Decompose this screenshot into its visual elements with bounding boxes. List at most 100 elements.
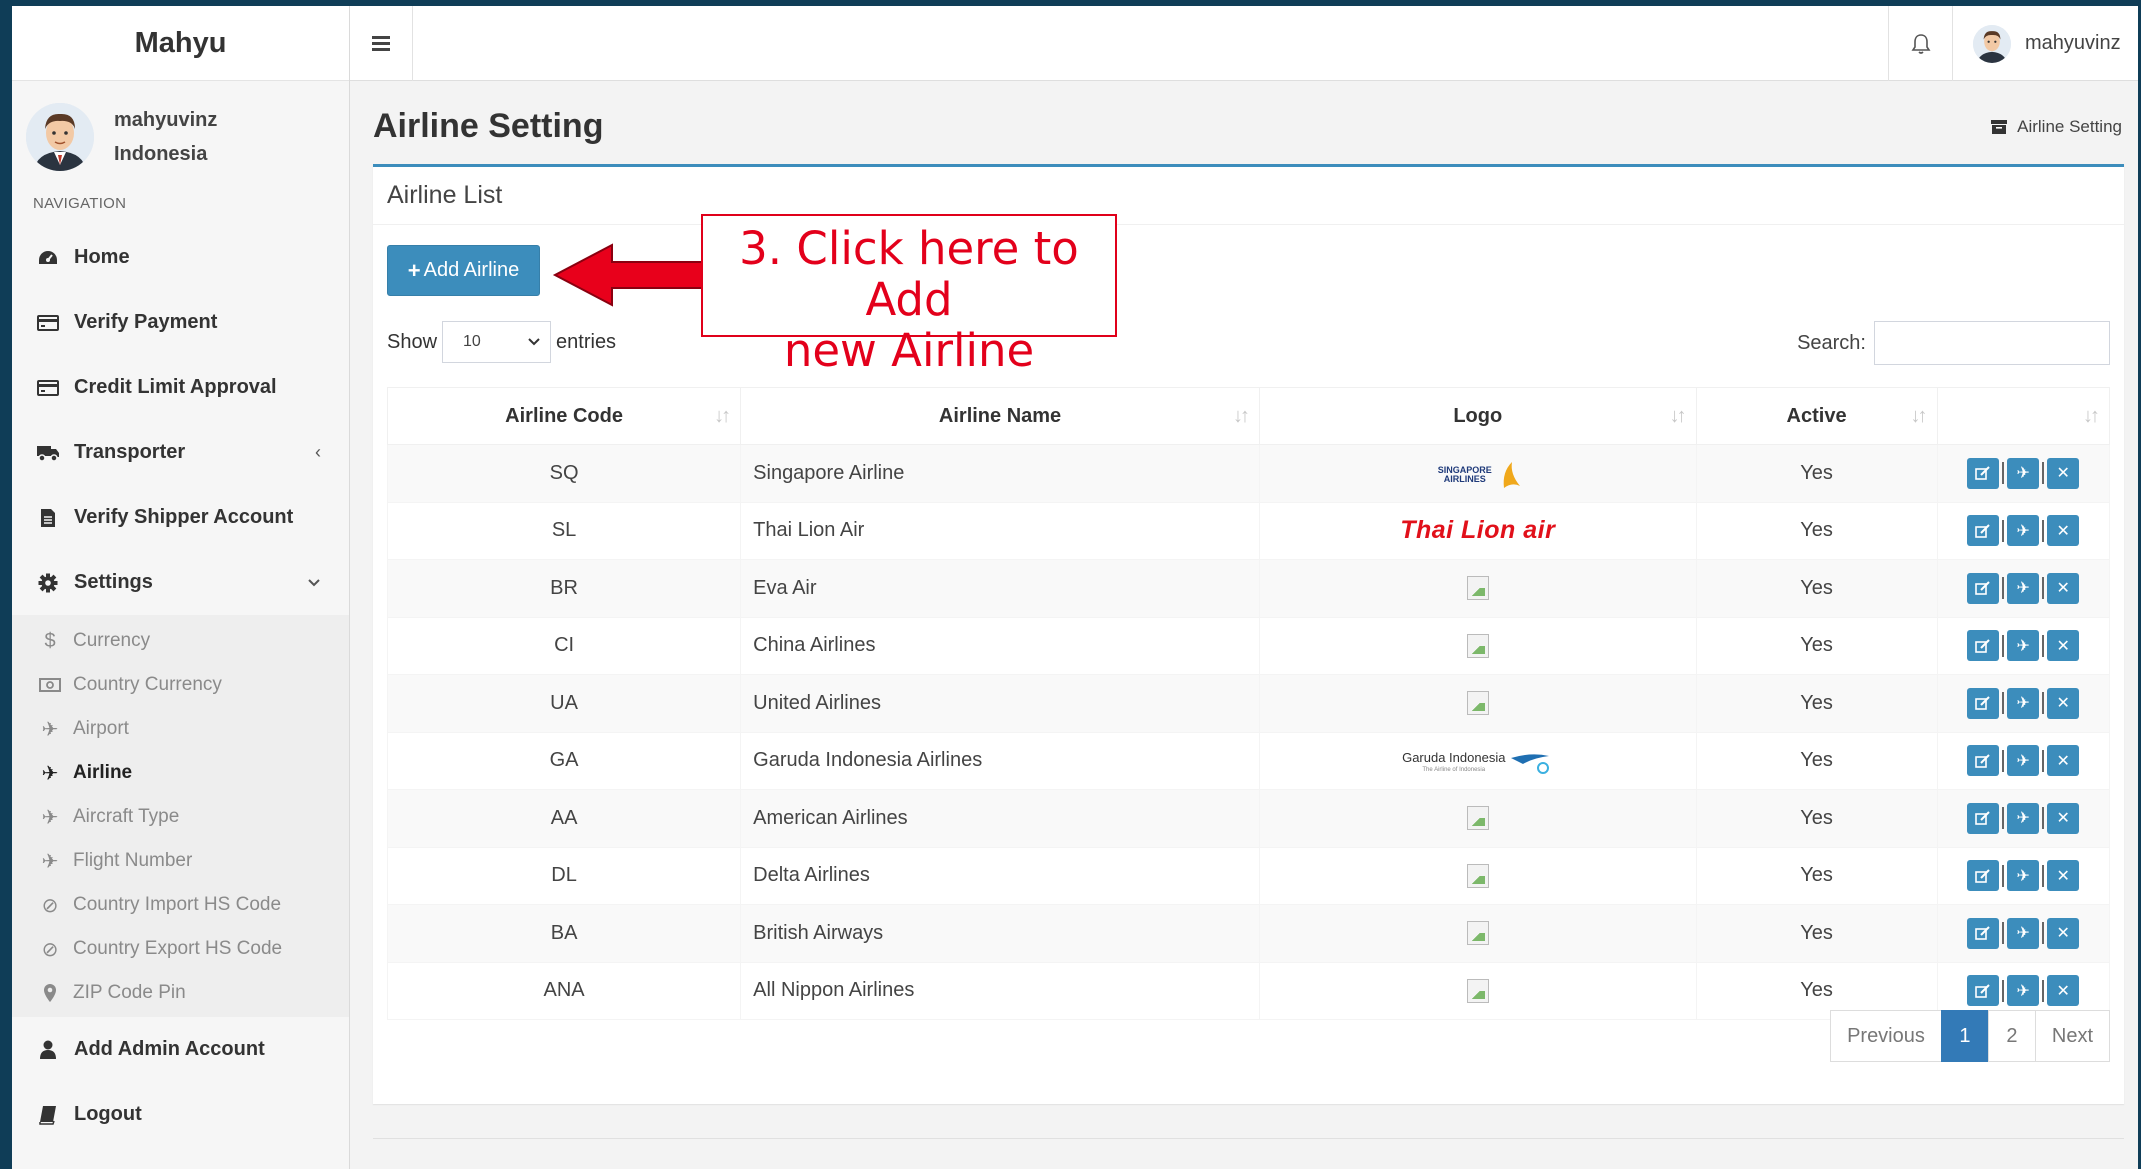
- separator: [2002, 462, 2005, 485]
- plane-icon[interactable]: ✈: [2007, 975, 2040, 1007]
- edit-icon[interactable]: [1967, 802, 2000, 834]
- cell-logo: [1258, 616, 1697, 675]
- cell-logo: [1258, 789, 1697, 848]
- sidebar-item-country-export-hs-code[interactable]: ⊘ Country Export HS Code: [12, 927, 349, 971]
- separator: [2002, 807, 2005, 830]
- plane-icon[interactable]: ✈: [2007, 515, 2040, 547]
- separator: [2042, 864, 2045, 887]
- delete-icon[interactable]: ✕: [2047, 860, 2080, 892]
- sidebar-item-zip-code-pin[interactable]: ZIP Code Pin: [12, 971, 349, 1015]
- cell-airline-name: Singapore Airline: [740, 444, 1260, 503]
- cell-active: Yes: [1695, 904, 1938, 963]
- breadcrumb[interactable]: Airline Setting: [1991, 117, 2122, 137]
- table-row: SL Thai Lion Air Thai Lion air Yes ✈ ✕: [386, 501, 2110, 560]
- column-header-actions[interactable]: ↓↑: [1936, 387, 2110, 445]
- edit-icon[interactable]: [1967, 745, 2000, 777]
- entries-label: entries: [556, 330, 617, 353]
- page-title: Airline Setting: [373, 107, 604, 145]
- add-airline-button[interactable]: + Add Airline: [387, 245, 540, 296]
- sidebar-item-flight-number[interactable]: ✈ Flight Number: [12, 839, 349, 883]
- delete-icon[interactable]: ✕: [2047, 572, 2080, 604]
- submenu-label: Currency: [73, 630, 151, 651]
- edit-icon[interactable]: [1967, 572, 2000, 604]
- sidebar-item-transporter[interactable]: Transporter ‹: [12, 420, 349, 485]
- plane-icon[interactable]: ✈: [2007, 745, 2040, 777]
- edit-icon[interactable]: [1967, 457, 2000, 489]
- delete-icon[interactable]: ✕: [2047, 687, 2080, 719]
- cell-airline-name: Thai Lion Air: [740, 501, 1260, 560]
- next-button[interactable]: Next: [2034, 1010, 2110, 1062]
- edit-icon[interactable]: [1967, 687, 2000, 719]
- edit-icon[interactable]: [1967, 917, 2000, 949]
- separator: [2042, 749, 2045, 772]
- avatar: [1973, 24, 2011, 63]
- cell-actions: ✈ ✕: [1936, 674, 2110, 733]
- sidebar-item-verify-shipper-account[interactable]: Verify Shipper Account: [12, 485, 349, 550]
- delete-icon[interactable]: ✕: [2047, 917, 2080, 949]
- user-panel: mahyuvinz Indonesia: [12, 81, 349, 181]
- column-header-airline-code[interactable]: Airline Code ↓↑: [386, 387, 742, 445]
- delete-icon[interactable]: ✕: [2047, 975, 2080, 1007]
- page-2-button[interactable]: 2: [1987, 1010, 2036, 1062]
- cell-active: Yes: [1695, 674, 1938, 733]
- cell-logo: [1258, 846, 1697, 905]
- delete-icon[interactable]: ✕: [2047, 745, 2080, 777]
- sidebar-item-aircraft-type[interactable]: ✈ Aircraft Type: [12, 795, 349, 839]
- edit-icon[interactable]: [1967, 515, 2000, 547]
- delete-icon[interactable]: ✕: [2047, 457, 2080, 489]
- sidebar-item-logout[interactable]: Logout: [12, 1082, 349, 1147]
- submenu-label: Aircraft Type: [73, 806, 180, 827]
- delete-icon[interactable]: ✕: [2047, 515, 2080, 547]
- table-row: BR Eva Air Yes ✈ ✕: [386, 559, 2110, 618]
- column-header-active[interactable]: Active ↓↑: [1695, 387, 1938, 445]
- submenu-label: Flight Number: [73, 850, 193, 871]
- annotation-arrow: [552, 243, 703, 307]
- entries-select[interactable]: 10: [442, 321, 552, 363]
- sidebar-item-airport[interactable]: ✈ Airport: [12, 707, 349, 751]
- edit-icon[interactable]: [1967, 975, 2000, 1007]
- cell-airline-code: AA: [386, 789, 742, 848]
- sidebar-item-currency[interactable]: $ Currency: [12, 619, 349, 663]
- cell-logo: [1258, 674, 1697, 733]
- sidebar-item-airline[interactable]: ✈ Airline: [12, 751, 349, 795]
- archive-icon: [1991, 120, 2008, 134]
- plane-icon[interactable]: ✈: [2007, 630, 2040, 662]
- delete-icon[interactable]: ✕: [2047, 630, 2080, 662]
- hamburger-icon[interactable]: [350, 6, 413, 81]
- dollar-icon: $: [44, 629, 56, 652]
- plane-icon[interactable]: ✈: [2007, 687, 2040, 719]
- cell-airline-code: GA: [386, 731, 742, 790]
- brand-logo[interactable]: Mahyu: [12, 6, 349, 81]
- sidebar-item-home[interactable]: Home: [12, 225, 349, 290]
- cell-active: Yes: [1695, 559, 1938, 618]
- cell-airline-code: SL: [386, 501, 742, 560]
- sidebar-item-credit-limit-approval[interactable]: Credit Limit Approval: [12, 355, 349, 420]
- bell-icon[interactable]: [1888, 6, 1953, 81]
- plane-icon[interactable]: ✈: [2007, 802, 2040, 834]
- delete-icon[interactable]: ✕: [2047, 802, 2080, 834]
- cell-active: Yes: [1695, 846, 1938, 905]
- page-1-button[interactable]: 1: [1940, 1010, 1989, 1062]
- sidebar-item-add-admin-account[interactable]: Add Admin Account: [12, 1017, 349, 1082]
- sidebar-item-label: Add Admin Account: [74, 1038, 265, 1060]
- column-header-logo[interactable]: Logo ↓↑: [1258, 387, 1697, 445]
- plane-icon[interactable]: ✈: [2007, 917, 2040, 949]
- user-menu[interactable]: mahyuvinz: [1953, 6, 2138, 81]
- file-icon: [36, 506, 60, 530]
- edit-icon[interactable]: [1967, 860, 2000, 892]
- plane-icon[interactable]: ✈: [2007, 457, 2040, 489]
- sidebar-item-country-import-hs-code[interactable]: ⊘ Country Import HS Code: [12, 883, 349, 927]
- submenu-label: Country Import HS Code: [73, 894, 282, 915]
- column-header-airline-name[interactable]: Airline Name ↓↑: [740, 387, 1260, 445]
- sidebar-item-country-currency[interactable]: Country Currency: [12, 663, 349, 707]
- search-input[interactable]: [1874, 321, 2110, 365]
- previous-button[interactable]: Previous: [1830, 1010, 1942, 1062]
- plane-icon[interactable]: ✈: [2007, 572, 2040, 604]
- sidebar-item-settings[interactable]: Settings: [12, 550, 349, 615]
- separator: [2002, 634, 2005, 657]
- user-icon: [36, 1038, 60, 1062]
- cell-logo: [1258, 961, 1697, 1020]
- edit-icon[interactable]: [1967, 630, 2000, 662]
- sidebar-item-verify-payment[interactable]: Verify Payment: [12, 290, 349, 355]
- plane-icon[interactable]: ✈: [2007, 860, 2040, 892]
